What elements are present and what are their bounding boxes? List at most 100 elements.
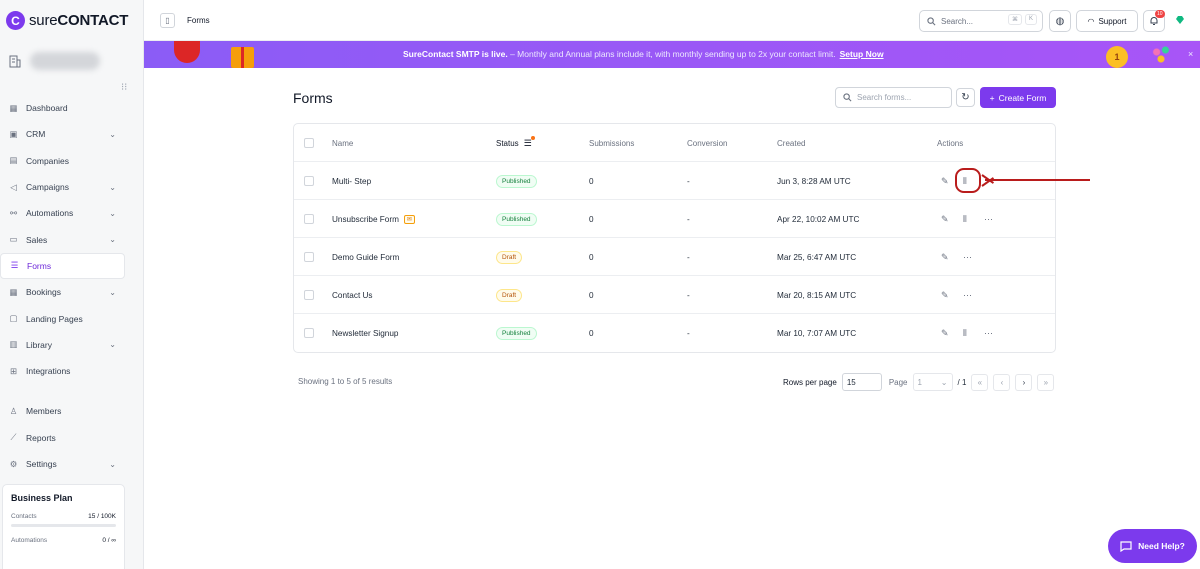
app-logo[interactable]: C sureCONTACT [6, 11, 128, 30]
sidebar-item-label: Companies [26, 155, 69, 166]
sidebar-item-settings[interactable]: ⚙ Settings ⌄ [0, 451, 144, 477]
row-checkbox[interactable] [304, 328, 314, 338]
companies-icon: ▤ [9, 155, 18, 166]
chevron-down-icon: ⌄ [109, 235, 116, 245]
form-name[interactable]: Contact Us [332, 276, 373, 314]
select-all-checkbox[interactable] [304, 138, 314, 148]
sales-icon: ▭ [9, 234, 18, 245]
sidebar-item-companies[interactable]: ▤ Companies [0, 148, 144, 174]
sidebar-item-sales[interactable]: ▭ Sales ⌄ [0, 226, 144, 252]
more-options-icon[interactable]: ⋯ [984, 314, 993, 352]
need-help-button[interactable]: Need Help? [1108, 529, 1197, 563]
edit-icon[interactable]: ✎ [941, 238, 949, 276]
logo-text: sureCONTACT [29, 12, 128, 29]
sidebar-item-label: CRM [26, 129, 46, 140]
created-value: Mar 10, 7:07 AM UTC [777, 328, 857, 338]
more-options-icon[interactable]: ⋯ [963, 276, 972, 314]
chevron-down-icon: ⌄ [109, 182, 116, 192]
sidebar-toggle-icon[interactable]: ▯ [160, 13, 175, 28]
rows-per-page-input[interactable]: 15 [841, 373, 882, 391]
crm-icon: ▣ [9, 128, 18, 139]
last-page-button[interactable]: » [1037, 373, 1055, 391]
first-page-button[interactable]: « [971, 373, 989, 391]
row-checkbox-cell[interactable] [304, 200, 314, 238]
more-options-icon[interactable]: ⋯ [963, 238, 972, 276]
close-icon[interactable]: × [1188, 49, 1193, 59]
language-button[interactable]: ◍ [1049, 10, 1071, 32]
column-name: Name [332, 138, 354, 148]
page-select[interactable]: 1 ⌄ [912, 373, 953, 391]
gem-icon[interactable] [1175, 15, 1185, 25]
analytics-icon[interactable]: ⫴ [963, 314, 967, 352]
settings-icon: ⚙ [9, 458, 18, 469]
row-checkbox[interactable] [304, 252, 314, 262]
plan-contacts-label: Contacts [11, 513, 37, 520]
row-checkbox-cell[interactable] [304, 162, 314, 200]
sidebar-item-automations[interactable]: ⚯ Automations ⌄ [0, 200, 144, 226]
status-badge: Published [496, 326, 537, 340]
sidebar-item-forms[interactable]: ☰ Forms [0, 252, 125, 280]
global-search-input[interactable]: Search... ⌘ K [919, 10, 1043, 32]
column-status-label: Status [496, 138, 519, 148]
row-checkbox[interactable] [304, 290, 314, 300]
table-row[interactable]: Newsletter Signup Published 0 - Mar 10, … [294, 314, 1055, 352]
support-button[interactable]: ◠ Support [1076, 10, 1138, 32]
form-name[interactable]: Demo Guide Form [332, 238, 399, 276]
sidebar-item-campaigns[interactable]: ◁ Campaigns ⌄ [0, 174, 144, 200]
row-checkbox[interactable] [304, 214, 314, 224]
table-row[interactable]: Multi- Step Published 0 - Jun 3, 8:28 AM… [294, 162, 1055, 200]
edit-icon[interactable]: ✎ [941, 162, 949, 200]
edit-icon[interactable]: ✎ [941, 276, 949, 314]
sidebar-item-landing-pages[interactable]: ▢ Landing Pages [0, 305, 144, 331]
row-checkbox-cell[interactable] [304, 276, 314, 314]
create-form-button[interactable]: + Create Form [980, 87, 1056, 108]
sidebar-item-label: Dashboard [26, 103, 68, 114]
more-options-icon[interactable]: ⋯ [984, 200, 993, 238]
sidebar-item-bookings[interactable]: ▦ Bookings ⌄ [0, 279, 144, 305]
sidebar-item-integrations[interactable]: ⊞ Integrations [0, 358, 144, 384]
sidebar-item-label: Automations [26, 208, 74, 219]
sidebar-collapse-icon[interactable]: ⁝⁝ [121, 82, 127, 93]
filter-active-dot [531, 136, 535, 140]
analytics-icon[interactable]: ⫴ [963, 200, 967, 238]
form-name[interactable]: Unsubscribe Form ✉ [332, 200, 415, 238]
conversion-value: - [687, 176, 690, 186]
row-checkbox[interactable] [304, 176, 314, 186]
k-key: K [1024, 14, 1037, 25]
sidebar-item-members[interactable]: ♙ Members [0, 398, 144, 424]
column-status: Status ☰ [496, 124, 532, 162]
rows-per-page-label: Rows per page [783, 377, 837, 387]
plan-automations-value: 0 / ∞ [102, 537, 116, 544]
table-row[interactable]: Contact Us Draft 0 - Mar 20, 8:15 AM UTC… [294, 276, 1055, 314]
sidebar-item-label: Landing Pages [26, 313, 83, 324]
sidebar-item-reports[interactable]: ⟋ Reports [0, 425, 144, 451]
workspace-switcher[interactable] [8, 52, 100, 70]
form-name[interactable]: Newsletter Signup [332, 314, 398, 352]
sidebar-item-label: Integrations [26, 366, 71, 377]
workspace-name-blurred [30, 52, 100, 70]
sidebar-item-dashboard[interactable]: ▦ Dashboard [0, 95, 144, 121]
row-checkbox-cell[interactable] [304, 314, 314, 352]
contacts-usage-bar [11, 524, 116, 527]
refresh-button[interactable]: ↻ [956, 88, 975, 107]
select-all-checkbox-cell[interactable] [304, 124, 314, 162]
submissions-value: 0 [589, 214, 594, 224]
column-actions: Actions [937, 138, 964, 148]
prev-page-button[interactable]: ‹ [993, 373, 1011, 391]
forms-icon: ☰ [10, 260, 19, 271]
table-row[interactable]: Unsubscribe Form ✉ Published 0 - Apr 22, … [294, 200, 1055, 238]
next-page-button[interactable]: › [1015, 373, 1033, 391]
row-checkbox-cell[interactable] [304, 238, 314, 276]
edit-icon[interactable]: ✎ [941, 314, 949, 352]
sidebar-item-library[interactable]: ▥ Library ⌄ [0, 332, 144, 358]
globe-icon: ◍ [1055, 15, 1065, 27]
forms-search-input[interactable]: Search forms... [835, 87, 952, 108]
confetti-decoration [1150, 44, 1172, 64]
form-name[interactable]: Multi- Step [332, 162, 371, 200]
banner-cta-link[interactable]: Setup Now [840, 49, 884, 59]
created-value: Jun 3, 8:28 AM UTC [777, 176, 851, 186]
double-chevron-right-icon: » [1043, 377, 1049, 387]
sidebar-item-crm[interactable]: ▣ CRM ⌄ [0, 121, 144, 147]
table-row[interactable]: Demo Guide Form Draft 0 - Mar 25, 6:47 A… [294, 238, 1055, 276]
edit-icon[interactable]: ✎ [941, 200, 949, 238]
